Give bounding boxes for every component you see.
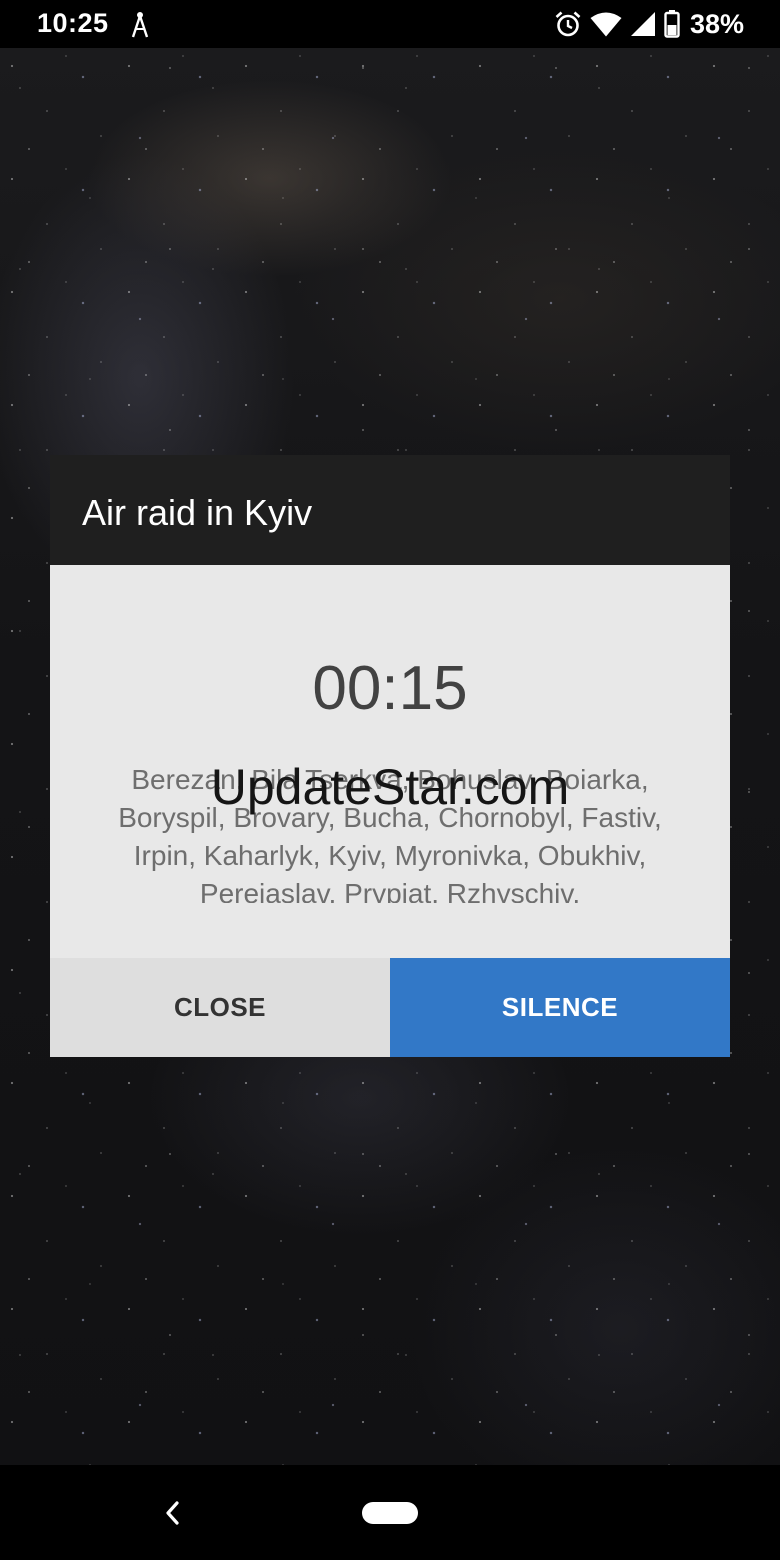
- status-bar: 10:25 38%: [0, 0, 780, 48]
- close-button[interactable]: CLOSE: [50, 958, 390, 1057]
- air-raid-dialog: Air raid in Kyiv 00:15 Berezan, Bila Tse…: [50, 455, 730, 1057]
- dialog-body: 00:15 Berezan, Bila Tserkva, Bohuslav, B…: [50, 565, 730, 958]
- regions-scroll-area[interactable]: Berezan, Bila Tserkva, Bohuslav, Boiarka…: [90, 761, 690, 903]
- status-icons: 38%: [554, 6, 744, 42]
- regions-list-text: Berezan, Bila Tserkva, Bohuslav, Boiarka…: [118, 764, 662, 903]
- back-icon[interactable]: [160, 1499, 184, 1527]
- home-pill-icon[interactable]: [362, 1502, 418, 1524]
- navigation-bar: [0, 1465, 780, 1560]
- dialog-header: Air raid in Kyiv: [50, 455, 730, 565]
- silence-button[interactable]: SILENCE: [390, 958, 730, 1057]
- alarm-icon: [555, 11, 581, 37]
- cell-signal-icon: [630, 12, 655, 36]
- status-time: 10:25: [37, 8, 109, 38]
- dialog-title: Air raid in Kyiv: [82, 492, 313, 533]
- battery-percent: 38%: [689, 8, 744, 39]
- antenna-icon: [131, 12, 149, 38]
- battery-icon: [664, 10, 680, 38]
- alert-timer: 00:15: [312, 654, 468, 723]
- wifi-icon: [590, 12, 622, 37]
- dialog-actions: CLOSE SILENCE: [50, 958, 730, 1057]
